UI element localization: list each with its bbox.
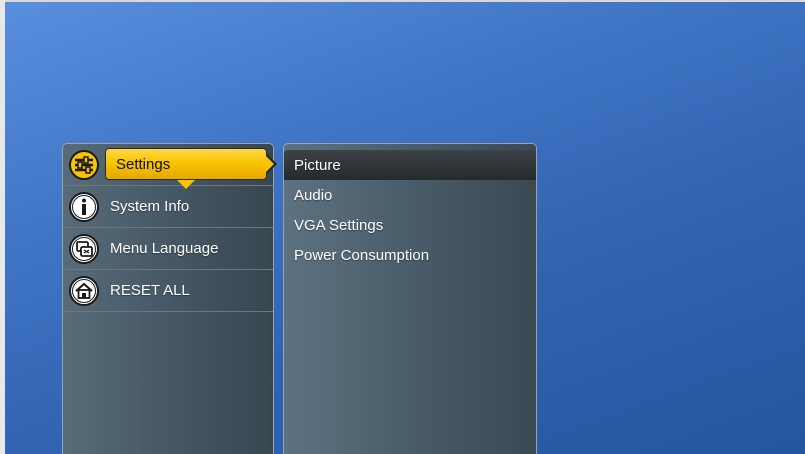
menu-item-reset-all[interactable]: RESET ALL <box>63 270 273 312</box>
menu-item-menu-language[interactable]: Menu Language <box>63 228 273 270</box>
sub-item-audio[interactable]: Audio <box>284 180 536 210</box>
language-icon <box>68 233 100 265</box>
selected-highlight[interactable]: Settings <box>105 148 267 180</box>
info-icon <box>68 191 100 223</box>
sub-item-label: VGA Settings <box>294 216 384 234</box>
sliders-icon <box>68 149 100 181</box>
menu-item-label: Menu Language <box>110 240 219 257</box>
arrow-right-fill <box>266 156 274 172</box>
sub-item-picture[interactable]: Picture <box>284 150 536 180</box>
menu-item-system-info[interactable]: System Info <box>63 186 273 228</box>
menu-item-settings[interactable]: Settings <box>63 144 277 189</box>
main-menu-panel: Settings System Info Menu Language RESET… <box>62 143 277 454</box>
menu-item-label: RESET ALL <box>110 282 190 299</box>
home-reset-icon <box>68 275 100 307</box>
screen-top-edge <box>0 0 805 2</box>
sub-item-label: Audio <box>294 186 333 204</box>
screen-left-edge <box>0 0 5 454</box>
sub-item-label: Power Consumption <box>294 246 430 264</box>
menu-item-label: Settings <box>116 155 171 173</box>
sub-item-power-consumption[interactable]: Power Consumption <box>284 240 536 270</box>
sub-item-vga-settings[interactable]: VGA Settings <box>284 210 536 240</box>
sub-item-label: Picture <box>294 156 341 174</box>
sub-menu-panel: Picture Audio VGA Settings Power Consump… <box>283 143 537 454</box>
menu-item-label: System Info <box>110 198 190 215</box>
